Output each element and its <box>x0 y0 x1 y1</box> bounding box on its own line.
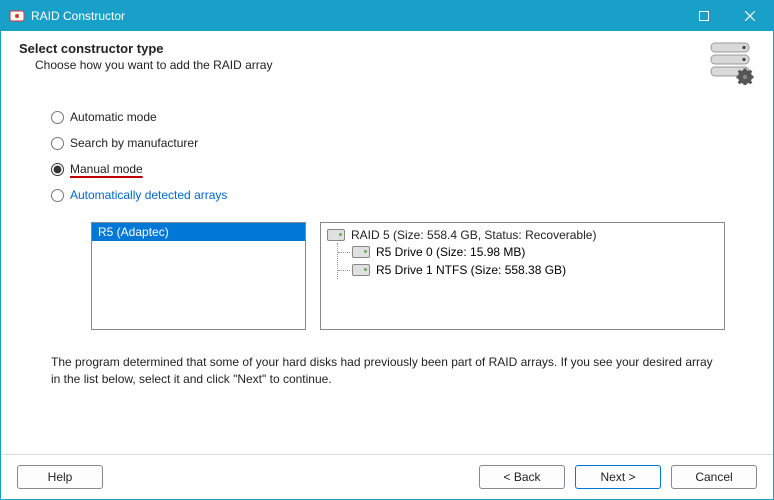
back-button[interactable]: < Back <box>479 465 565 489</box>
content-area: Automatic mode Search by manufacturer Ma… <box>1 92 773 454</box>
description-text: The program determined that some of your… <box>51 354 733 388</box>
page-subtitle: Choose how you want to add the RAID arra… <box>35 58 272 72</box>
maximize-button[interactable] <box>681 1 727 31</box>
help-button[interactable]: Help <box>17 465 103 489</box>
constructor-type-group: Automatic mode Search by manufacturer Ma… <box>51 110 733 202</box>
radio-manual-mode[interactable]: Manual mode <box>51 162 733 176</box>
page-header: Select constructor type Choose how you w… <box>1 31 773 92</box>
tree-root-label: RAID 5 (Size: 558.4 GB, Status: Recovera… <box>351 228 596 242</box>
radio-label: Manual mode <box>70 162 143 176</box>
page-title: Select constructor type <box>19 41 272 56</box>
close-button[interactable] <box>727 1 773 31</box>
array-details-panel: RAID 5 (Size: 558.4 GB, Status: Recovera… <box>320 222 725 330</box>
radio-label: Automatic mode <box>70 110 157 124</box>
disk-icon <box>352 264 370 276</box>
tree-child-drive-1[interactable]: R5 Drive 1 NTFS (Size: 558.38 GB) <box>338 261 718 279</box>
raid-icon <box>707 41 755 88</box>
footer: Help < Back Next > Cancel <box>1 454 773 499</box>
disk-icon <box>327 229 345 241</box>
tree-child-label: R5 Drive 0 (Size: 15.98 MB) <box>376 245 525 259</box>
window-title: RAID Constructor <box>31 9 125 23</box>
tree-root[interactable]: RAID 5 (Size: 558.4 GB, Status: Recovera… <box>327 227 718 243</box>
tree-child-label: R5 Drive 1 NTFS (Size: 558.38 GB) <box>376 263 566 277</box>
radio-label: Search by manufacturer <box>70 136 198 150</box>
array-list-panel[interactable]: R5 (Adaptec) <box>91 222 306 330</box>
disk-icon <box>352 246 370 258</box>
panels: R5 (Adaptec) RAID 5 (Size: 558.4 GB, Sta… <box>91 222 733 330</box>
app-icon <box>9 8 25 24</box>
titlebar: RAID Constructor <box>1 1 773 31</box>
radio-automatically-detected-arrays[interactable]: Automatically detected arrays <box>51 188 733 202</box>
tree-child-drive-0[interactable]: R5 Drive 0 (Size: 15.98 MB) <box>338 243 718 261</box>
radio-label: Automatically detected arrays <box>70 188 227 202</box>
radio-automatic-mode[interactable]: Automatic mode <box>51 110 733 124</box>
array-list-item-selected[interactable]: R5 (Adaptec) <box>92 223 305 241</box>
radio-search-by-manufacturer[interactable]: Search by manufacturer <box>51 136 733 150</box>
cancel-button[interactable]: Cancel <box>671 465 757 489</box>
next-button[interactable]: Next > <box>575 465 661 489</box>
